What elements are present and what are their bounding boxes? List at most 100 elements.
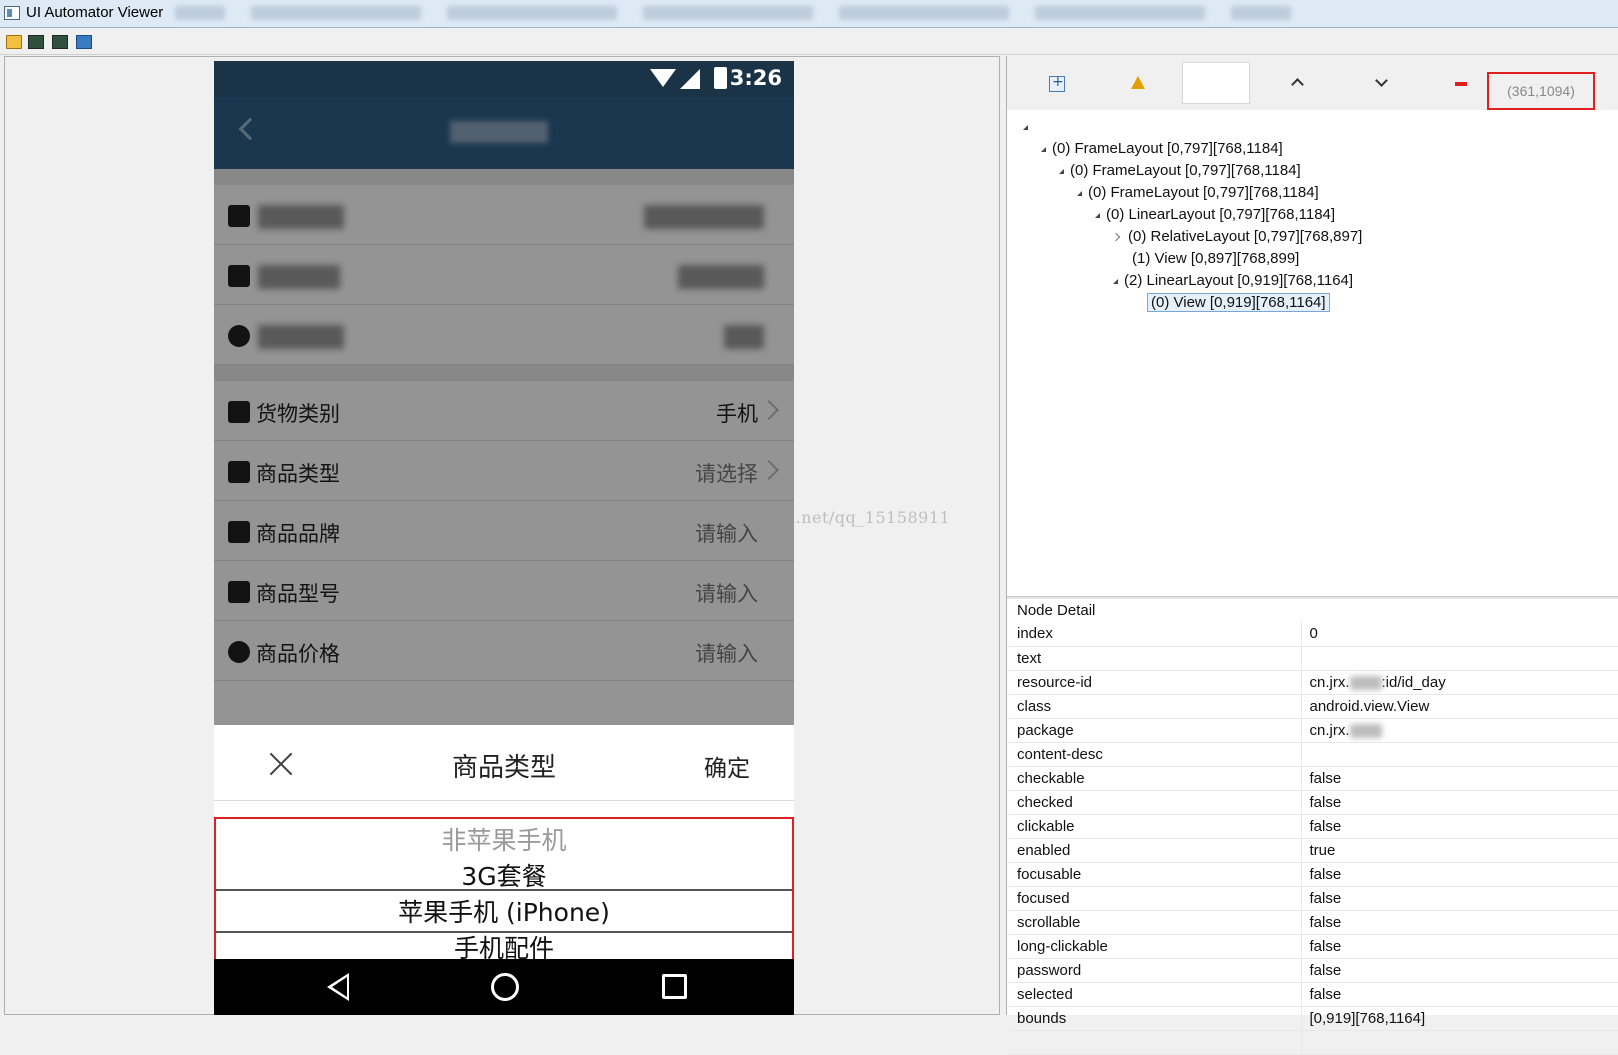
- row-goods-category[interactable]: 货物类别 手机: [214, 381, 794, 441]
- expand-toggle-icon[interactable]: [1077, 190, 1082, 196]
- detail-row[interactable]: clickable false: [1009, 814, 1618, 839]
- detail-row[interactable]: enabled true: [1009, 838, 1618, 863]
- coordinates-readout: (361,1094): [1487, 72, 1595, 110]
- row-value: 请选择: [695, 462, 758, 486]
- main-toolbar: [0, 29, 1618, 55]
- expand-toggle-icon[interactable]: [1095, 212, 1100, 218]
- picker-selection-line: [216, 889, 792, 891]
- detail-row[interactable]: package cn.jrx.: [1009, 718, 1618, 743]
- chevron-right-icon: [759, 400, 779, 420]
- collapse-toggle-icon[interactable]: [1111, 232, 1121, 242]
- clear-icon[interactable]: [1455, 82, 1467, 86]
- picker-option[interactable]: 3G套餐: [216, 857, 792, 893]
- tree-root[interactable]: [1023, 116, 1034, 138]
- blurred-row[interactable]: [214, 245, 794, 305]
- device-screenshot[interactable]: 3:26 货物类别 手机 商品类型 请选择 商品品牌 请输入 商品型号 请输入 …: [214, 61, 794, 1015]
- row-label: 商品类型: [256, 462, 340, 486]
- wifi-icon: [650, 69, 676, 87]
- confirm-button[interactable]: 确定: [704, 749, 750, 783]
- row-product-model[interactable]: 商品型号 请输入: [214, 561, 794, 621]
- back-arrow-icon[interactable]: [238, 117, 262, 141]
- detail-row[interactable]: focusable false: [1009, 862, 1618, 887]
- detail-row[interactable]: resource-id cn.jrx.:id/id_day: [1009, 670, 1618, 695]
- row-value: 请输入: [695, 582, 758, 606]
- blurred-title: [450, 121, 548, 143]
- device-screenshot-compressed-icon[interactable]: [52, 35, 68, 49]
- tree-node[interactable]: (1) View [0,897][768,899]: [1132, 248, 1299, 270]
- tree-node[interactable]: (0) LinearLayout [0,797][768,1184]: [1095, 204, 1335, 226]
- tree-node[interactable]: (0) FrameLayout [0,797][768,1184]: [1077, 182, 1319, 204]
- search-field[interactable]: [1182, 62, 1250, 104]
- redacted-text: [1349, 675, 1382, 690]
- row-product-price[interactable]: 商品价格 请输入: [214, 621, 794, 681]
- signal-icon: [680, 69, 700, 89]
- window-title: UI Automator Viewer: [26, 4, 164, 21]
- layers-icon: [228, 581, 250, 603]
- detail-row[interactable]: bounds [0,919][768,1164]: [1009, 1006, 1618, 1031]
- detail-row[interactable]: [1009, 1030, 1618, 1055]
- grid-icon: [228, 461, 250, 483]
- detail-row[interactable]: password false: [1009, 958, 1618, 983]
- nav-back-icon[interactable]: [327, 973, 349, 1001]
- blurred-row[interactable]: [214, 185, 794, 245]
- hierarchy-toolbar: (361,1094): [1007, 56, 1618, 110]
- box-icon: [228, 401, 250, 423]
- row-value: 请输入: [695, 642, 758, 666]
- tag-icon: [228, 521, 250, 543]
- tree-node[interactable]: (0) FrameLayout [0,797][768,1184]: [1059, 160, 1301, 182]
- detail-row[interactable]: checked false: [1009, 790, 1618, 815]
- hierarchy-tree[interactable]: (0) FrameLayout [0,797][768,1184] (0) Fr…: [1007, 112, 1618, 592]
- expand-toggle-icon[interactable]: [1023, 124, 1028, 130]
- detail-row[interactable]: long-clickable false: [1009, 934, 1618, 959]
- nav-recents-icon[interactable]: [662, 974, 687, 999]
- picker-option[interactable]: 非苹果手机: [216, 821, 792, 857]
- detail-row[interactable]: selected false: [1009, 982, 1618, 1007]
- warning-icon[interactable]: [1131, 76, 1145, 89]
- expand-toggle-icon[interactable]: [1041, 146, 1046, 152]
- hierarchy-pane: (361,1094) (0) FrameLayout [0,797][768,1…: [1006, 56, 1618, 1055]
- app-bar: [214, 97, 794, 169]
- android-nav-bar: [214, 959, 794, 1015]
- detail-row[interactable]: content-desc: [1009, 742, 1618, 767]
- title-bar: UI Automator Viewer: [0, 0, 1618, 28]
- redacted-text: [1349, 723, 1382, 738]
- tree-node[interactable]: (2) LinearLayout [0,919][768,1164]: [1113, 270, 1353, 292]
- node-detail-panel: Node Detail index 0 text resource-id cn.jr…: [1007, 600, 1618, 1055]
- tree-node-selected[interactable]: (0) View [0,919][768,1164]: [1147, 292, 1330, 314]
- detail-row[interactable]: index 0: [1009, 622, 1618, 647]
- watermark: http://blog.csdn.net/qq_15158911: [660, 508, 951, 527]
- blurred-row[interactable]: [214, 305, 794, 365]
- chevron-up-icon[interactable]: [1291, 78, 1304, 91]
- tree-node[interactable]: (0) FrameLayout [0,797][768,1184]: [1041, 138, 1283, 160]
- detail-row[interactable]: class android.view.View: [1009, 694, 1618, 719]
- chevron-right-icon: [759, 460, 779, 480]
- detail-row[interactable]: text: [1009, 646, 1618, 671]
- detail-row[interactable]: checkable false: [1009, 766, 1618, 791]
- detail-row[interactable]: scrollable false: [1009, 910, 1618, 935]
- app-icon: [4, 6, 20, 20]
- device-screenshot-icon[interactable]: [28, 35, 44, 49]
- row-label: 商品品牌: [256, 522, 340, 546]
- nav-home-icon[interactable]: [491, 973, 519, 1001]
- picker-option-selected[interactable]: 苹果手机 (iPhone): [216, 893, 792, 929]
- open-folder-icon[interactable]: [6, 35, 22, 49]
- store-icon: [228, 205, 250, 227]
- row-label: 商品型号: [256, 582, 340, 606]
- save-icon[interactable]: [76, 35, 92, 49]
- status-bar: 3:26: [214, 61, 794, 97]
- badge-icon: [228, 325, 250, 347]
- form-content: 货物类别 手机 商品类型 请选择 商品品牌 请输入 商品型号 请输入 商品价格 …: [214, 169, 794, 725]
- money-bag-icon: [228, 641, 250, 663]
- detail-row[interactable]: focused false: [1009, 886, 1618, 911]
- chevron-down-icon[interactable]: [1375, 74, 1388, 87]
- pane-splitter[interactable]: [1007, 596, 1618, 599]
- node-detail-table: index 0 text resource-id cn.jrx.:id/id_day…: [1009, 622, 1618, 1055]
- row-product-type[interactable]: 商品类型 请选择: [214, 441, 794, 501]
- expand-toggle-icon[interactable]: [1113, 278, 1118, 284]
- row-label: 商品价格: [256, 642, 340, 666]
- sheet-header: 商品类型 确定: [214, 725, 794, 801]
- expand-toggle-icon[interactable]: [1059, 168, 1064, 174]
- tree-node[interactable]: (0) RelativeLayout [0,797][768,897]: [1111, 226, 1362, 248]
- row-value: 手机: [716, 402, 758, 426]
- expand-all-icon[interactable]: [1049, 74, 1065, 92]
